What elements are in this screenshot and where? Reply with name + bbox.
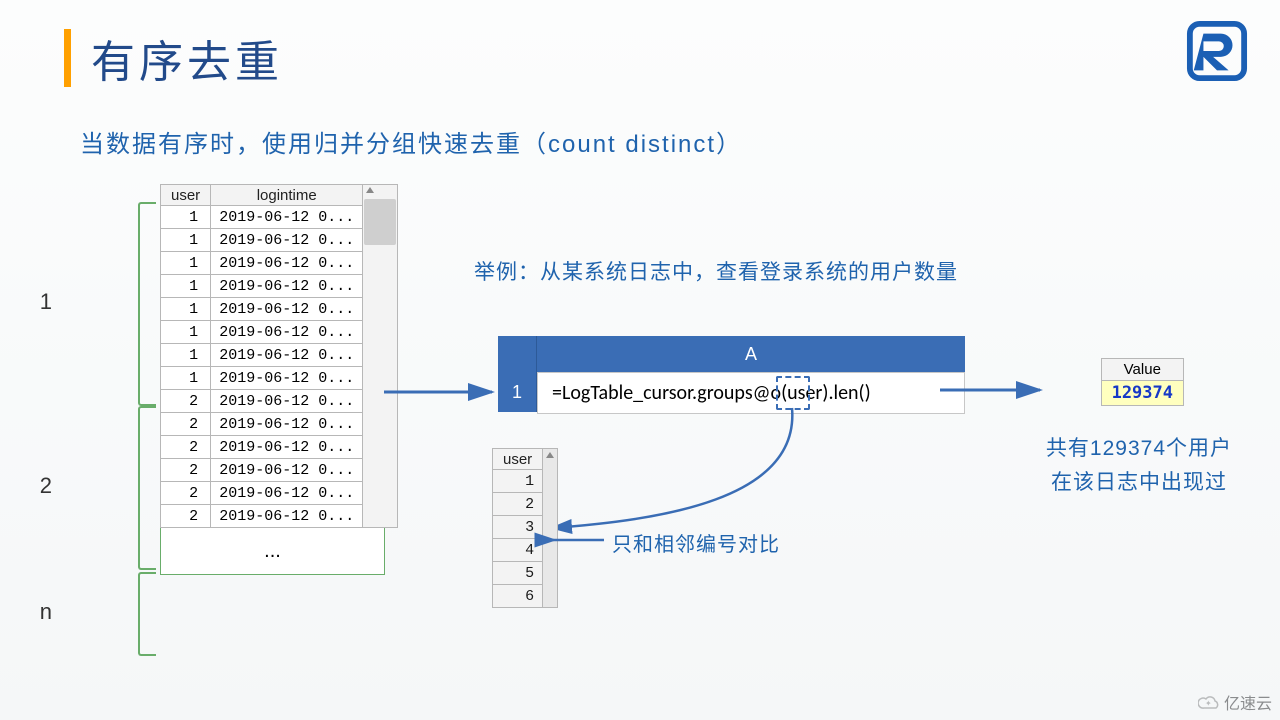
brand-logo-icon bbox=[1186, 20, 1248, 82]
svg-text:✦: ✦ bbox=[1205, 699, 1212, 708]
value-header: Value bbox=[1101, 358, 1184, 381]
cloud-icon: ✦ bbox=[1198, 694, 1220, 710]
title-accent-bar bbox=[64, 29, 71, 87]
table-row: 1 bbox=[493, 470, 543, 493]
arrow-right-icon bbox=[940, 380, 1050, 400]
watermark: ✦ 亿速云 bbox=[1198, 690, 1272, 714]
formula-corner bbox=[498, 336, 537, 372]
log-header-logintime: logintime bbox=[211, 185, 363, 206]
result-caption: 共有129374个用户 在该日志中出现过 bbox=[1046, 432, 1232, 499]
example-caption: 举例：从某系统日志中，查看登录系统的用户数量 bbox=[474, 256, 958, 286]
group-label-n: n bbox=[40, 599, 52, 625]
slide-title: 有序去重 bbox=[64, 26, 283, 90]
table-row: 3 bbox=[493, 516, 543, 539]
annotation-adjacent: 只和相邻编号对比 bbox=[612, 528, 780, 557]
table-row: 6 bbox=[493, 585, 543, 608]
userlist-header: user bbox=[493, 449, 543, 470]
subtitle-text: 当数据有序时，使用归并分组快速去重（count distinct） bbox=[80, 124, 742, 159]
arrow-right-icon bbox=[546, 530, 606, 550]
userlist-scrollbar[interactable] bbox=[543, 448, 558, 608]
log-header-user: user bbox=[161, 185, 211, 206]
user-list-table: user 1 2 3 4 5 6 bbox=[492, 448, 558, 608]
arrow-right-icon bbox=[384, 382, 504, 402]
formula-col-header: A bbox=[537, 336, 965, 372]
log-table-scrollbar[interactable] bbox=[363, 185, 398, 528]
value-result: Value 129374 bbox=[1101, 358, 1184, 406]
value-number: 129374 bbox=[1101, 381, 1184, 406]
log-table: user logintime 12019-06-12 0... 12019-06… bbox=[160, 184, 398, 575]
group-label-2: 2 bbox=[40, 473, 52, 499]
log-table-ellipsis: ... bbox=[160, 528, 385, 575]
group-label-1: 1 bbox=[40, 289, 52, 315]
watermark-text: 亿速云 bbox=[1224, 690, 1272, 714]
table-row: 2 bbox=[493, 493, 543, 516]
title-text: 有序去重 bbox=[91, 26, 283, 90]
formula-row-header: 1 bbox=[498, 372, 537, 412]
table-row: 5 bbox=[493, 562, 543, 585]
table-row: 4 bbox=[493, 539, 543, 562]
